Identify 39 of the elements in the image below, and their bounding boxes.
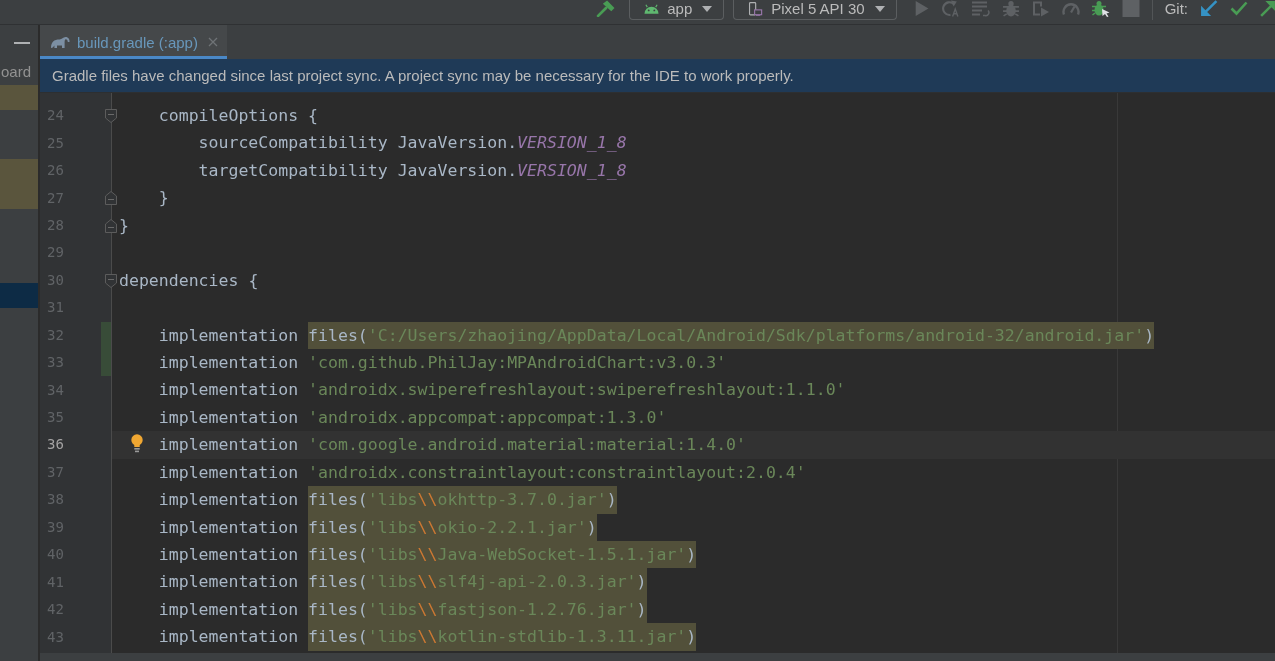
tree-row[interactable]: [0, 184, 38, 209]
code-line: }: [119, 214, 129, 237]
bug-arrow-icon[interactable]: [1091, 0, 1110, 17]
editor-tab[interactable]: build.gradle (:app): [40, 25, 227, 59]
elephant-icon: [50, 35, 70, 49]
device-dropdown[interactable]: Pixel 5 API 30: [733, 0, 897, 20]
lightbulb-icon[interactable]: [131, 434, 143, 454]
tree-item-label[interactable]: oard: [0, 63, 32, 82]
code-line: dependencies {: [119, 269, 259, 292]
fold-start-icon[interactable]: [105, 109, 117, 123]
caret-icon: [874, 6, 885, 12]
change-marker[interactable]: [101, 348, 111, 377]
fold-end-icon[interactable]: [105, 191, 117, 206]
hammer-icon[interactable]: [596, 0, 616, 17]
code-line: compileOptions {: [158, 105, 319, 127]
tree-row[interactable]: [0, 159, 38, 184]
close-icon[interactable]: [207, 37, 218, 47]
code-line: sourceCompatibility JavaVersion.VERSION_1_8: [198, 132, 627, 155]
caret-icon: [702, 6, 713, 12]
code-line: implementation 'androidx.constraintlayout:constraintlayout:2.0.4': [158, 461, 806, 484]
fold-start-icon[interactable]: [105, 273, 117, 288]
notification-text: Gradle files have changed since last project sync. A project sync may be necessary for the IDE to work properly.: [52, 66, 794, 85]
fold-end-icon[interactable]: [105, 218, 117, 233]
configuration-dropdown[interactable]: app: [629, 0, 725, 20]
git-label: Git:: [1164, 0, 1188, 18]
tree-row[interactable]: [0, 84, 38, 110]
change-marker[interactable]: [101, 321, 111, 349]
code-line: implementation 'com.github.PhilJay:MPAndroidChart:v3.0.3': [158, 351, 727, 374]
line-number: 36: [47, 436, 64, 454]
tree-row[interactable]: [0, 283, 38, 308]
arrow-down-left-icon[interactable]: [1200, 0, 1218, 17]
code-line: implementation 'com.google.android.material:material:1.4.0': [158, 434, 746, 457]
arrow-up-right-icon[interactable]: [1260, 0, 1275, 17]
code-line: implementation 'androidx.swiperefreshlayout:swiperefreshlayout:1.1.0': [158, 379, 846, 402]
code-line: implementation 'androidx.appcompat:appcompat:1.3.0': [158, 406, 667, 429]
minimize-icon[interactable]: [14, 41, 30, 44]
code-line: targetCompatibility JavaVersion.VERSION_1_8: [198, 159, 627, 182]
check-icon[interactable]: [1230, 0, 1248, 17]
code-line: }: [158, 187, 169, 210]
